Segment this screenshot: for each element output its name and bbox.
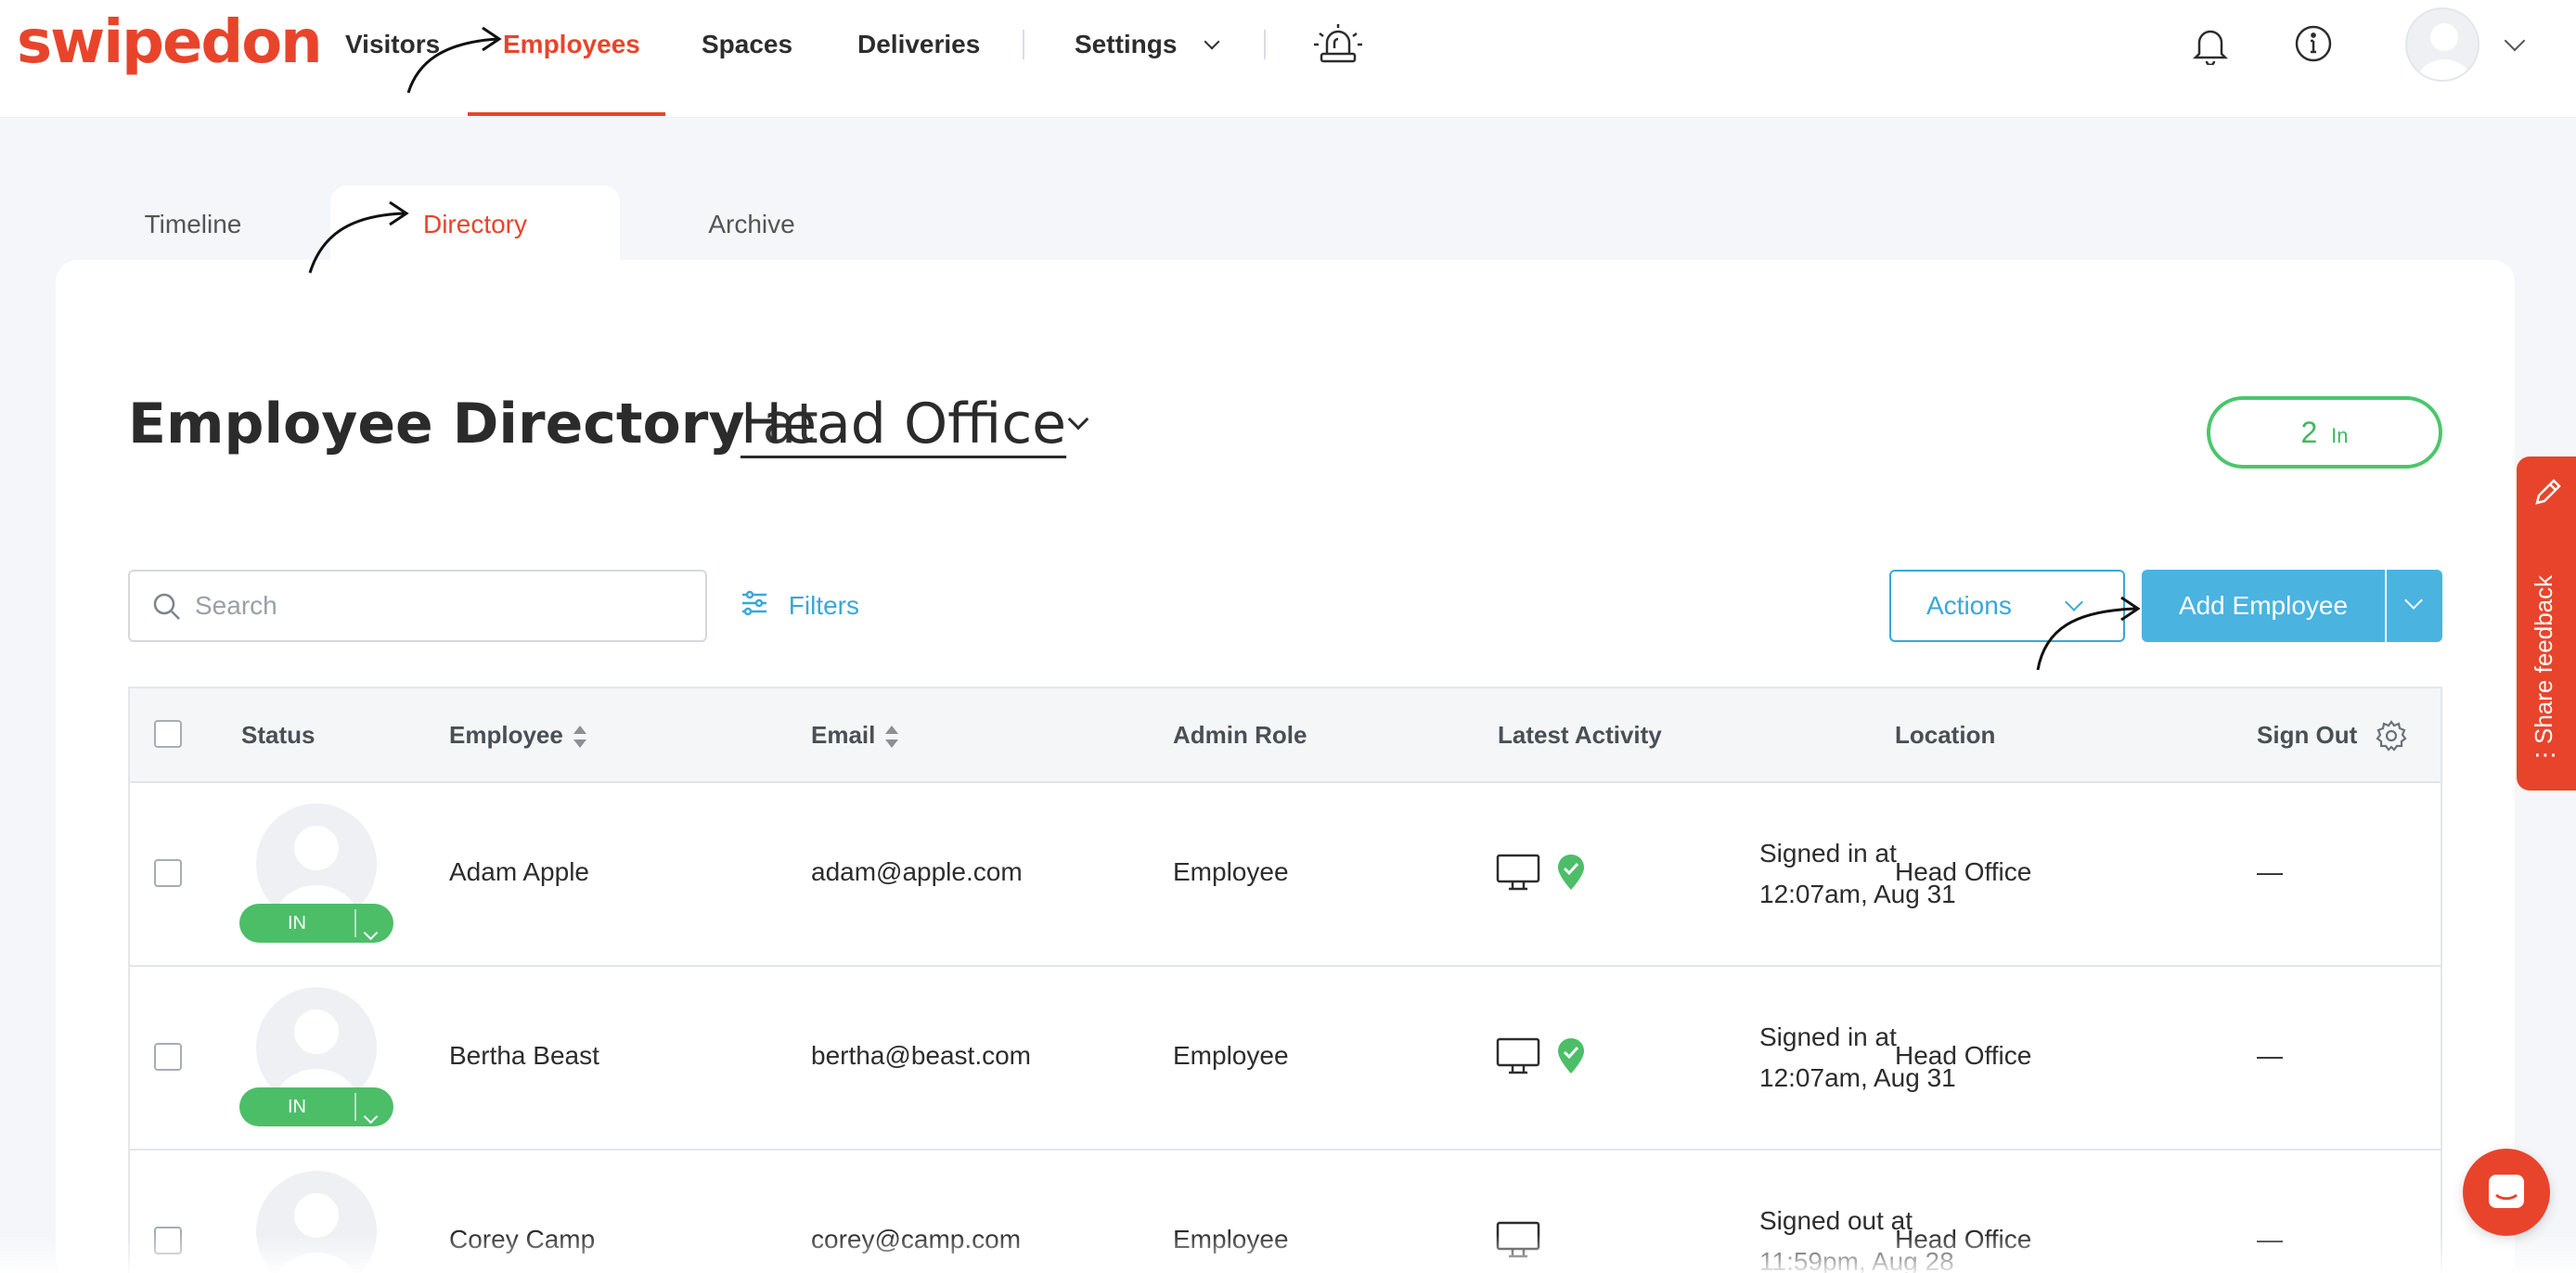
active-nav-indicator: [468, 112, 665, 116]
actions-label: Actions: [1926, 591, 2012, 620]
signed-in-count-badge[interactable]: 2 In: [2207, 396, 2442, 469]
kiosk-monitor-icon: [1496, 854, 1540, 897]
employee-name[interactable]: Bertha Beast: [449, 1041, 599, 1071]
location-selector-label: Head Office: [741, 392, 1067, 456]
tab-archive[interactable]: Archive: [677, 186, 826, 262]
employee-admin-role: Employee: [1173, 857, 1289, 886]
chevron-down-icon: [2404, 591, 2423, 610]
select-all-checkbox[interactable]: [154, 720, 182, 748]
sort-icon: [573, 726, 587, 749]
row-checkbox[interactable]: [154, 1043, 182, 1071]
column-location: Location: [1895, 721, 1996, 749]
column-employee-label: Employee: [449, 721, 563, 749]
sign-out-value: —: [2257, 1041, 2283, 1070]
employee-email: bertha@beast.com: [811, 1041, 1031, 1070]
filters-icon: [741, 572, 768, 644]
chevron-down-icon: [2065, 593, 2083, 611]
status-divider: [354, 909, 356, 937]
sign-out-value: —: [2257, 857, 2283, 886]
info-icon[interactable]: [2294, 24, 2333, 68]
swipedon-logo[interactable]: swipedon: [17, 6, 323, 80]
filters-label: Filters: [788, 591, 860, 620]
chat-widget-button[interactable]: [2463, 1149, 2550, 1236]
column-email-label: Email: [811, 721, 876, 749]
column-status: Status: [241, 721, 316, 749]
signed-in-check-icon: [1557, 1037, 1585, 1079]
signed-in-count: 2: [2300, 416, 2318, 449]
kiosk-monitor-icon: [1496, 1221, 1540, 1265]
sort-icon: [884, 726, 899, 749]
page-title-text: Employee Directory: [128, 392, 745, 456]
filters-button[interactable]: Filters: [741, 570, 859, 642]
nav-separator: [1264, 30, 1266, 59]
employee-admin-role: Employee: [1173, 1225, 1289, 1254]
table-row[interactable]: Corey Camp corey@camp.com Employee Signe…: [130, 1151, 2441, 1273]
employee-name[interactable]: Adam Apple: [449, 857, 589, 887]
nav-separator: [1023, 30, 1024, 59]
column-latest-activity: Latest Activity: [1498, 721, 1662, 749]
table-row[interactable]: IN Adam Apple adam@apple.com Employee Si…: [130, 783, 2441, 967]
column-sign-out: Sign Out: [2257, 721, 2358, 749]
employee-location: Head Office: [1895, 857, 2032, 886]
pencil-icon: [2531, 477, 2563, 513]
add-employee-options-button[interactable]: [2385, 570, 2442, 642]
more-dots-icon: ⋯: [2533, 740, 2559, 768]
tab-directory[interactable]: Directory: [330, 186, 620, 262]
nav-item-settings-label: Settings: [1075, 30, 1178, 58]
actions-dropdown[interactable]: Actions: [1889, 570, 2125, 642]
nav-item-employees[interactable]: Employees: [503, 0, 640, 118]
page-title: Employee Directory at: [128, 382, 818, 466]
search-icon: [152, 592, 182, 626]
chat-icon: [2489, 1175, 2524, 1208]
status-toggle[interactable]: IN: [239, 1087, 393, 1126]
emergency-alarm-icon[interactable]: [1312, 20, 1364, 71]
employee-location: Head Office: [1895, 1225, 2032, 1254]
button-divider: [2385, 583, 2387, 629]
chevron-down-icon[interactable]: [1067, 408, 1089, 431]
column-employee[interactable]: Employee: [449, 688, 587, 781]
add-employee-button[interactable]: Add Employee: [2142, 570, 2385, 642]
column-admin-role: Admin Role: [1173, 721, 1307, 749]
chevron-down-icon: [363, 1097, 379, 1136]
tab-timeline[interactable]: Timeline: [111, 186, 275, 262]
employee-avatar: [256, 1171, 377, 1273]
nav-item-visitors[interactable]: Visitors: [345, 0, 440, 118]
sign-out-value: —: [2257, 1225, 2283, 1254]
search-input[interactable]: [195, 585, 677, 627]
bell-icon[interactable]: [2192, 24, 2229, 70]
employee-email: adam@apple.com: [811, 857, 1023, 886]
employee-table: Status Employee Email Admin Role Latest …: [128, 687, 2442, 1273]
user-avatar[interactable]: [2405, 7, 2479, 82]
table-row[interactable]: IN Bertha Beast bertha@beast.com Employe…: [130, 967, 2441, 1151]
share-feedback-tab[interactable]: Share feedback ⋯: [2517, 456, 2576, 791]
top-navigation-bar: swipedon Visitors Employees Spaces Deliv…: [0, 0, 2576, 118]
nav-item-settings[interactable]: Settings: [1075, 0, 1220, 118]
nav-item-deliveries[interactable]: Deliveries: [857, 0, 980, 118]
status-divider: [354, 1093, 356, 1121]
signed-in-label: In: [2331, 424, 2349, 447]
column-email[interactable]: Email: [811, 688, 899, 781]
share-feedback-label: Share feedback: [2530, 574, 2557, 744]
signed-in-check-icon: [1557, 854, 1585, 895]
status-toggle[interactable]: IN: [239, 904, 393, 943]
table-header: Status Employee Email Admin Role Latest …: [130, 688, 2441, 783]
employee-location: Head Office: [1895, 1041, 2032, 1070]
status-label: IN: [288, 913, 306, 933]
chevron-down-icon[interactable]: [2504, 30, 2526, 53]
row-checkbox[interactable]: [154, 859, 182, 887]
nav-item-spaces[interactable]: Spaces: [702, 0, 792, 118]
employee-admin-role: Employee: [1173, 1041, 1289, 1070]
gear-icon[interactable]: [2376, 720, 2407, 756]
chevron-down-icon: [1204, 33, 1220, 50]
search-box[interactable]: [128, 570, 707, 642]
location-selector[interactable]: Head Office: [741, 382, 1066, 466]
employee-email: corey@camp.com: [811, 1225, 1022, 1254]
kiosk-monitor-icon: [1496, 1037, 1540, 1081]
status-label: IN: [288, 1097, 306, 1117]
employee-name[interactable]: Corey Camp: [449, 1225, 595, 1254]
chevron-down-icon: [363, 913, 379, 952]
row-checkbox[interactable]: [154, 1227, 182, 1254]
